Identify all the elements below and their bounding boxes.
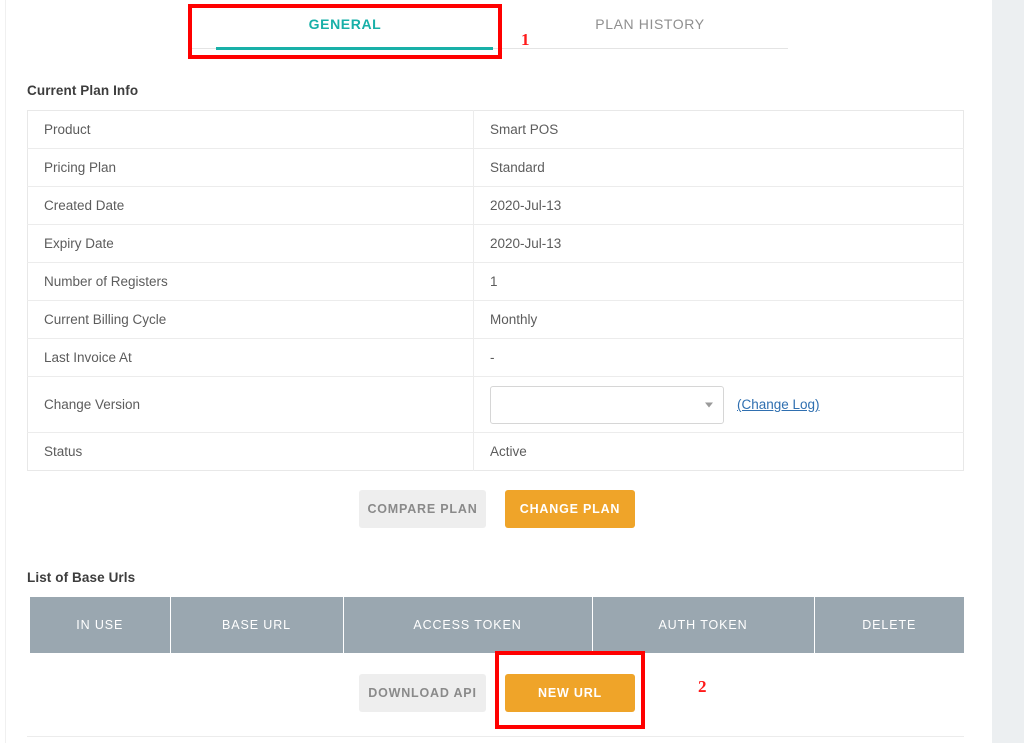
page-root: GENERAL PLAN HISTORY Current Plan Info P… — [0, 0, 1024, 743]
tab-bar: GENERAL PLAN HISTORY — [188, 0, 788, 58]
annotation-number-2: 2 — [698, 677, 707, 696]
column-header-base-url[interactable]: BASE URL — [170, 597, 344, 653]
row-value-product: Smart POS — [490, 122, 559, 137]
row-label-current-billing-cycle: Current Billing Cycle — [27, 300, 474, 339]
row-label-expiry-date: Expiry Date — [27, 224, 474, 263]
row-value-current-billing-cycle: Monthly — [490, 312, 538, 327]
row-value-number-of-registers: 1 — [490, 274, 498, 289]
table-row: Expiry Date 2020-Jul-13 — [27, 224, 964, 263]
tab-plan-history[interactable]: PLAN HISTORY — [502, 0, 798, 49]
bottom-divider — [27, 736, 964, 737]
row-value-created-date: 2020-Jul-13 — [490, 198, 562, 213]
column-header-access-token[interactable]: ACCESS TOKEN — [343, 597, 593, 653]
table-row: Pricing Plan Standard — [27, 148, 964, 187]
compare-plan-button[interactable]: COMPARE PLAN — [359, 490, 486, 528]
table-row: Change Version (Change Log) — [27, 376, 964, 433]
table-row: Last Invoice At - — [27, 338, 964, 377]
change-plan-button[interactable]: CHANGE PLAN — [505, 490, 635, 528]
table-row: Number of Registers 1 — [27, 262, 964, 301]
row-label-product: Product — [27, 110, 474, 149]
row-label-last-invoice-at: Last Invoice At — [27, 338, 474, 377]
change-version-select[interactable] — [490, 385, 724, 424]
download-api-button[interactable]: DOWNLOAD API — [359, 674, 486, 712]
row-label-status: Status — [27, 432, 474, 471]
table-row: Product Smart POS — [27, 110, 964, 149]
row-label-pricing-plan: Pricing Plan — [27, 148, 474, 187]
row-value-expiry-date: 2020-Jul-13 — [490, 236, 562, 251]
table-row: Created Date 2020-Jul-13 — [27, 186, 964, 225]
current-plan-info-heading: Current Plan Info — [27, 83, 139, 98]
list-of-base-urls-heading: List of Base Urls — [27, 570, 136, 585]
tab-general[interactable]: GENERAL — [188, 0, 502, 50]
page-gutter — [992, 0, 1024, 743]
row-label-created-date: Created Date — [27, 186, 474, 225]
table-header-row: IN USE BASE URL ACCESS TOKEN AUTH TOKEN … — [30, 597, 964, 653]
row-label-number-of-registers: Number of Registers — [27, 262, 474, 301]
table-row: Status Active — [27, 432, 964, 471]
table-row: Current Billing Cycle Monthly — [27, 300, 964, 339]
new-url-button[interactable]: NEW URL — [505, 674, 635, 712]
row-label-change-version: Change Version — [27, 376, 474, 433]
content-left-rule — [5, 0, 6, 743]
row-value-last-invoice-at: - — [490, 350, 495, 365]
row-value-change-version: (Change Log) — [474, 377, 964, 433]
content-right-edge — [977, 0, 992, 743]
row-value-status: Active — [490, 444, 527, 459]
current-plan-info-table: Product Smart POS Pricing Plan Standard … — [27, 110, 964, 471]
column-header-delete[interactable]: DELETE — [814, 597, 964, 653]
chevron-down-icon — [705, 402, 713, 407]
base-urls-table: IN USE BASE URL ACCESS TOKEN AUTH TOKEN … — [30, 597, 964, 653]
row-value-pricing-plan: Standard — [490, 160, 545, 175]
tab-general-label: GENERAL — [308, 16, 382, 32]
column-header-in-use[interactable]: IN USE — [30, 597, 171, 653]
tab-general-active-underline — [216, 47, 493, 50]
tab-plan-history-label: PLAN HISTORY — [595, 16, 705, 32]
column-header-auth-token[interactable]: AUTH TOKEN — [592, 597, 815, 653]
change-log-link[interactable]: (Change Log) — [737, 397, 820, 412]
